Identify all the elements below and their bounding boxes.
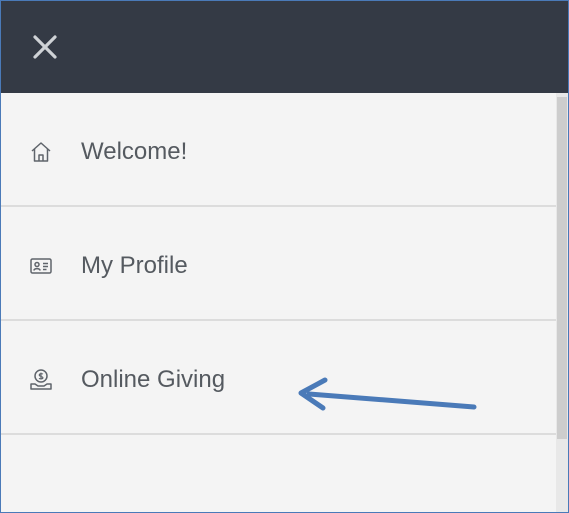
side-menu: Welcome! My Profile Online Giving xyxy=(1,93,556,512)
menu-item-online-giving[interactable]: Online Giving xyxy=(1,321,556,435)
menu-item-my-profile[interactable]: My Profile xyxy=(1,207,556,321)
menu-item-label: Online Giving xyxy=(81,366,226,393)
menu-item-welcome[interactable]: Welcome! xyxy=(1,93,556,207)
scrollbar-thumb[interactable] xyxy=(557,97,567,439)
home-icon xyxy=(29,140,53,164)
menu-item-label: Welcome! xyxy=(81,138,188,165)
top-bar xyxy=(1,1,568,93)
menu-item-label: My Profile xyxy=(81,252,188,279)
menu-scrollbar[interactable] xyxy=(556,93,568,512)
close-button[interactable] xyxy=(27,29,63,65)
donation-hand-icon xyxy=(29,368,53,392)
close-icon xyxy=(33,35,57,59)
profile-card-icon xyxy=(29,254,53,278)
app-frame: Welcome! My Profile Online Giving xyxy=(0,0,569,513)
